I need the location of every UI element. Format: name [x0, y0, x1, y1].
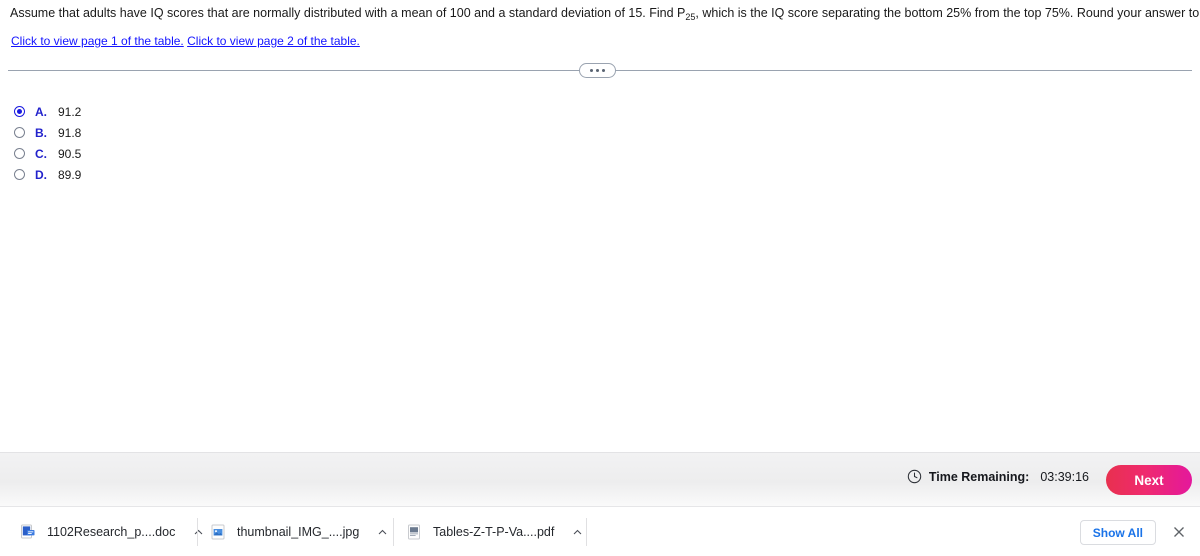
chevron-up-icon[interactable] — [375, 525, 389, 539]
chevron-up-icon[interactable] — [570, 525, 584, 539]
time-remaining-label: Time Remaining: — [928, 469, 1030, 484]
answer-choice-value: 90.5 — [58, 146, 82, 161]
section-divider — [8, 62, 1192, 80]
answer-choice-value: 91.2 — [58, 104, 82, 119]
answer-choice-letter: D. — [35, 167, 47, 182]
view-table-page-2-link[interactable]: Click to view page 2 of the table. — [187, 34, 360, 48]
answer-radio-a[interactable] — [14, 106, 25, 117]
download-item-separator — [586, 518, 587, 546]
answer-radio-c[interactable] — [14, 148, 25, 159]
answer-choices-group: A. 91.2 B. 91.8 C. 90.5 D. 89.9 — [14, 101, 81, 185]
answer-choice-letter: B. — [35, 125, 47, 140]
answer-choice-letter: A. — [35, 104, 47, 119]
download-file-name: 1102Research_p....doc — [47, 525, 176, 539]
answer-choice-c[interactable]: C. 90.5 — [14, 143, 81, 164]
answer-radio-b[interactable] — [14, 127, 25, 138]
view-table-page-1-link[interactable]: Click to view page 1 of the table. — [11, 34, 184, 48]
time-remaining-value: 03:39:16 — [1040, 469, 1089, 484]
download-item[interactable]: 1102Research_p....doc — [8, 507, 205, 556]
answer-choice-a[interactable]: A. 91.2 — [14, 101, 81, 122]
question-text-part-1: Assume that adults have IQ scores that a… — [10, 6, 686, 20]
next-button[interactable]: Next — [1106, 465, 1192, 495]
ellipsis-dot-icon — [602, 69, 605, 72]
time-remaining: Time Remaining: 03:39:16 — [907, 469, 1089, 484]
close-downloads-icon[interactable] — [1171, 524, 1187, 540]
word-document-icon — [20, 524, 36, 540]
show-all-downloads-button[interactable]: Show All — [1079, 520, 1156, 545]
exam-footer-bar: Time Remaining: 03:39:16 — [0, 452, 1200, 506]
ellipsis-dot-icon — [590, 69, 593, 72]
pdf-file-icon — [406, 524, 422, 540]
answer-choice-letter: C. — [35, 146, 47, 161]
download-item[interactable]: thumbnail_IMG_....jpg — [198, 507, 389, 556]
download-file-name: Tables-Z-T-P-Va....pdf — [433, 525, 555, 539]
question-statement: Assume that adults have IQ scores that a… — [10, 5, 1200, 22]
answer-radio-d[interactable] — [14, 169, 25, 180]
answer-choice-value: 89.9 — [58, 167, 82, 182]
exam-question-page: Assume that adults have IQ scores that a… — [0, 0, 1200, 556]
question-text-part-2: , which is the IQ score separating the b… — [695, 6, 1200, 20]
question-subscript: 25 — [685, 12, 696, 22]
more-options-ellipsis-button[interactable] — [579, 63, 616, 78]
answer-choice-b[interactable]: B. 91.8 — [14, 122, 81, 143]
clock-icon — [907, 469, 922, 484]
download-item[interactable]: Tables-Z-T-P-Va....pdf — [394, 507, 584, 556]
table-links-row: Click to view page 1 of the table. Click… — [11, 34, 360, 49]
answer-choice-value: 91.8 — [58, 125, 82, 140]
downloads-shelf: Show All 1102Research_p....doc thumbnail_… — [0, 506, 1200, 556]
ellipsis-dot-icon — [596, 69, 599, 72]
image-file-icon — [210, 524, 226, 540]
answer-choice-d[interactable]: D. 89.9 — [14, 164, 81, 185]
download-file-name: thumbnail_IMG_....jpg — [237, 525, 360, 539]
